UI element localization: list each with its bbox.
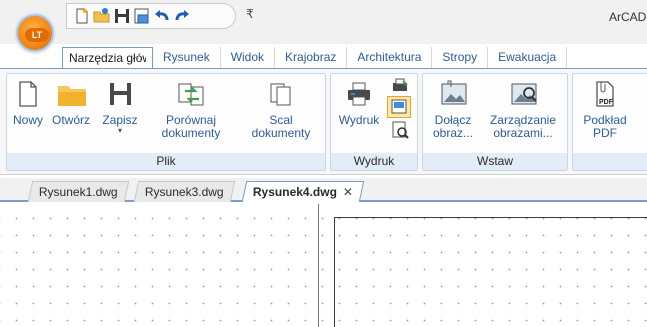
printer-icon [345,80,373,108]
quick-access-toolbar [66,3,236,29]
compare-documents-icon [177,80,205,108]
merge-documents-button[interactable]: Scal dokumenty [239,74,323,140]
merge-documents-icon [267,80,295,108]
printer-settings-icon[interactable] [389,77,411,95]
group-label-print: Wydruk [331,153,417,170]
folder-open-icon [57,80,86,108]
manage-images-button[interactable]: Zarządzanie obrazami... [481,74,565,140]
doc-tab-rysunek4[interactable]: Rysunek4.dwg ✕ [241,181,365,202]
group-file: Nowy Otwórz Zapisz ▾ Porównaj dokumenty [6,73,326,171]
open-icon[interactable] [93,7,111,25]
title-bar: LT ₹ ArCAD [0,0,647,52]
pdf-underlay-button[interactable]: PDF Podkład PDF [575,74,635,140]
new-button[interactable]: Nowy [9,74,47,127]
group-label-underlay [573,153,647,170]
viewport-divider [318,204,319,327]
tab-drawing[interactable]: Rysunek [153,47,221,69]
group-insert: Dołącz obraz... Zarządzanie obrazami... … [422,73,568,171]
tab-home[interactable]: Narzędzia główne [62,47,153,69]
new-icon[interactable] [73,7,91,25]
page-setup-icon[interactable] [387,96,411,118]
print-preview-icon[interactable] [389,120,411,140]
document-tabs: Rysunek1.dwg Rysunek3.dwg Rysunek4.dwg ✕ [0,178,647,202]
window-title: ArCAD [609,10,647,24]
drawing-frame [334,217,647,327]
attach-image-icon [439,80,467,108]
close-icon[interactable]: ✕ [343,182,353,202]
group-label-insert: Wstaw [423,153,567,170]
app-menu-button[interactable]: LT [16,14,54,52]
compare-documents-button[interactable]: Porównaj dokumenty [145,74,237,140]
save-button[interactable]: Zapisz ▾ [97,74,143,135]
customize-qat-button[interactable]: ₹ [246,7,254,21]
tab-ceilings[interactable]: Stropy [432,47,489,69]
floppy-save-icon [106,80,134,108]
tab-view[interactable]: Widok [221,47,276,69]
new-document-icon [14,80,42,108]
group-print: Wydruk Wydruk [330,73,418,171]
print-preview-icon[interactable] [133,7,151,25]
tab-architecture[interactable]: Architektura [347,47,433,69]
group-underlay: PDF Podkład PDF [572,73,647,171]
tab-evacuation[interactable]: Ewakuacja [488,47,568,69]
doc-tab-rysunek3[interactable]: Rysunek3.dwg [133,181,235,202]
attach-image-button[interactable]: Dołącz obraz... [425,74,481,140]
redo-icon[interactable] [173,7,191,25]
print-button[interactable]: Wydruk [335,74,383,127]
drawing-canvas[interactable] [0,204,647,327]
tab-landscape[interactable]: Krajobraz [275,47,348,69]
undo-icon[interactable] [153,7,171,25]
save-icon[interactable] [113,7,131,25]
chevron-down-icon[interactable]: ▾ [97,127,143,135]
ribbon-panel: Nowy Otwórz Zapisz ▾ Porównaj dokumenty [0,68,647,175]
doc-tab-rysunek1[interactable]: Rysunek1.dwg [27,181,129,202]
manage-images-icon [509,80,537,108]
group-label-file: Plik [7,153,325,170]
app-logo: LT [25,28,49,42]
open-button[interactable]: Otwórz [47,74,95,127]
ribbon-tabs: Narzędzia główne Rysunek Widok Krajobraz… [62,47,568,69]
pdf-underlay-icon: PDF [591,80,619,108]
